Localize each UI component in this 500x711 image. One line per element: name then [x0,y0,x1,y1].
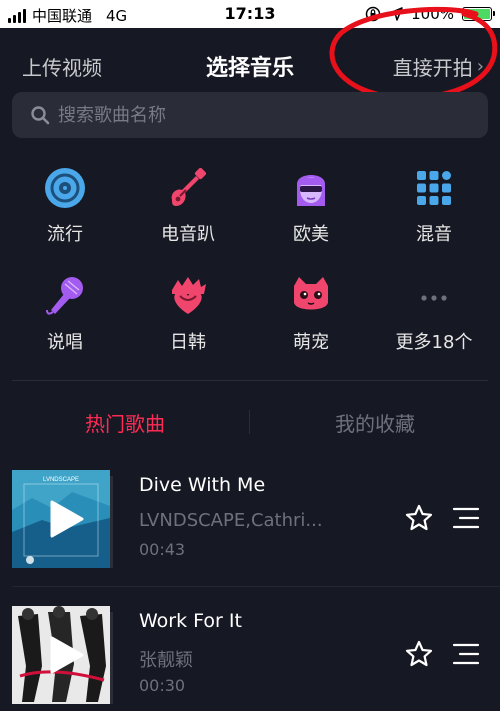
cat-face-icon [294,277,328,310]
section-divider [12,380,488,381]
play-icon [50,500,84,538]
top-nav: 上传视频 选择音乐 直接开拍 › [0,28,500,96]
album-cover[interactable] [12,606,110,704]
category-remix[interactable]: 混音 [384,166,484,246]
category-label: 萌宠 [293,332,329,353]
category-jk[interactable]: 日韩 [138,274,238,354]
music-tabs: 热门歌曲 我的收藏 [0,392,500,450]
search-input[interactable] [58,104,458,126]
favorite-star-icon[interactable] [404,639,434,669]
category-more[interactable]: 更多18个 [384,274,484,354]
spiky-hair-heart-icon [172,277,206,314]
more-dots-icon [421,295,447,301]
category-pop[interactable]: 流行 [15,166,115,246]
song-title: Dive With Me [139,474,266,496]
category-label: 说唱 [47,332,83,353]
start-shooting-button[interactable]: 直接开拍 › [393,52,484,81]
category-rap[interactable]: 说唱 [15,274,115,354]
use-song-menu-icon[interactable] [452,506,480,530]
album-cover-edge [110,476,113,568]
list-separator [12,586,500,587]
start-shooting-label: 直接开拍 [392,56,473,80]
rotation-lock-icon [365,6,381,22]
play-icon [50,636,84,674]
category-label: 电音趴 [161,224,215,245]
song-duration: 00:30 [139,676,186,695]
battery-percent: 100% [411,5,454,23]
status-bar: 中国联通 4G 17:13 100% [0,0,500,28]
chevron-right-icon: › [476,56,484,77]
category-electronic[interactable]: 电音趴 [138,166,238,246]
album-cover-edge [110,612,113,704]
album-cover[interactable]: LVNDSCAPE [12,470,110,568]
use-song-menu-icon[interactable] [452,642,480,666]
song-title: Work For It [139,610,242,632]
favorite-star-icon[interactable] [404,503,434,533]
search-bar[interactable] [12,92,488,138]
song-item[interactable]: Work For It 张靓颖 00:30 [0,606,500,711]
category-western[interactable]: 欧美 [261,166,361,246]
tab-hot-songs[interactable]: 热门歌曲 [0,408,250,437]
category-label: 混音 [416,224,452,245]
song-artist: LVNDSCAPE,Cathri... [139,510,323,531]
search-icon [31,106,50,125]
category-label: 流行 [47,224,83,245]
girl-sunglasses-icon [297,175,325,206]
category-pets[interactable]: 萌宠 [261,274,361,354]
electric-guitar-icon [171,167,207,206]
mixer-pads-icon [417,171,451,205]
category-label: 更多18个 [395,332,473,353]
tab-my-favorites[interactable]: 我的收藏 [250,408,500,437]
song-artist: 张靓颖 [139,650,193,671]
location-arrow-icon [389,7,403,21]
battery-icon [462,7,495,21]
category-label: 欧美 [293,224,329,245]
song-duration: 00:43 [139,540,186,559]
cover-artist-text: LVNDSCAPE [43,477,79,483]
vinyl-disc-icon [45,168,85,208]
category-label: 日韩 [170,332,206,353]
microphone-icon [46,277,83,315]
upload-video-button[interactable]: 上传视频 [22,52,102,81]
